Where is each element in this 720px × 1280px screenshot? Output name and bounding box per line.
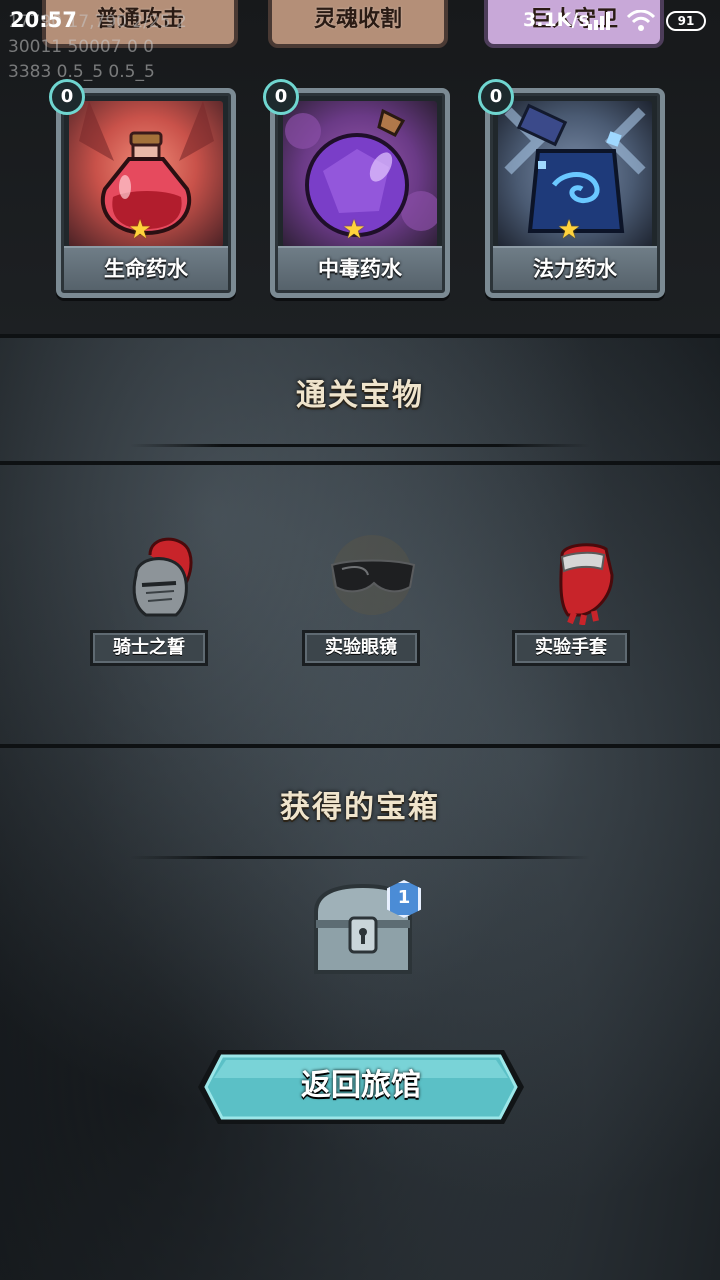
goggles-icon xyxy=(330,535,416,615)
potion-count-badge: 0 xyxy=(478,79,514,115)
return-button-label: 返回旅馆 xyxy=(301,1068,421,1103)
chests-title: 获得的宝箱 xyxy=(280,790,440,825)
star-icon: ★ xyxy=(557,215,581,245)
knight-helmet-icon xyxy=(132,537,193,617)
treasure-name: 实验手套 xyxy=(512,630,630,666)
status-bar: 20:57 3.1K/s 91 xyxy=(0,0,720,42)
potion-card-health[interactable]: ★ 生命药水 0 xyxy=(49,79,236,298)
treasure-item-lab-goggles[interactable]: 实验眼镜 xyxy=(292,535,452,675)
potion-card-poison[interactable]: ★ 中毒药水 0 xyxy=(263,79,450,298)
star-icon: ★ xyxy=(342,215,366,245)
potion-name: 法力药水 xyxy=(493,246,657,290)
debug-text-line3: 3383 0.5_5 0.5_5 xyxy=(8,62,155,82)
title-divider xyxy=(130,856,590,859)
potion-count-badge: 0 xyxy=(49,79,85,115)
potion-name: 中毒药水 xyxy=(278,246,442,290)
potion-name: 生命药水 xyxy=(64,246,228,290)
wifi-icon xyxy=(626,10,656,31)
battery-indicator: 91 xyxy=(666,11,706,31)
treasure-name: 骑士之誓 xyxy=(90,630,208,666)
network-speed: 3.1K/s xyxy=(523,9,590,31)
treasure-item-lab-gloves[interactable]: 实验手套 xyxy=(502,535,662,675)
section-band xyxy=(0,461,720,465)
clear-treasures-title: 通关宝物 xyxy=(296,378,424,413)
star-icon: ★ xyxy=(128,215,152,245)
section-band xyxy=(0,744,720,748)
treasure-name: 实验眼镜 xyxy=(302,630,420,666)
status-time: 20:57 xyxy=(10,8,77,32)
return-to-inn-button[interactable]: 返回旅馆 xyxy=(196,1048,526,1126)
divider-line xyxy=(0,334,720,338)
treasure-item-knight-oath[interactable]: 骑士之誓 xyxy=(80,535,240,675)
potion-card-mana[interactable]: ★ 法力药水 0 xyxy=(478,79,665,298)
red-glove-icon xyxy=(559,543,614,625)
potion-count-badge: 0 xyxy=(263,79,299,115)
signal-icon xyxy=(588,12,612,30)
title-divider xyxy=(130,444,590,447)
